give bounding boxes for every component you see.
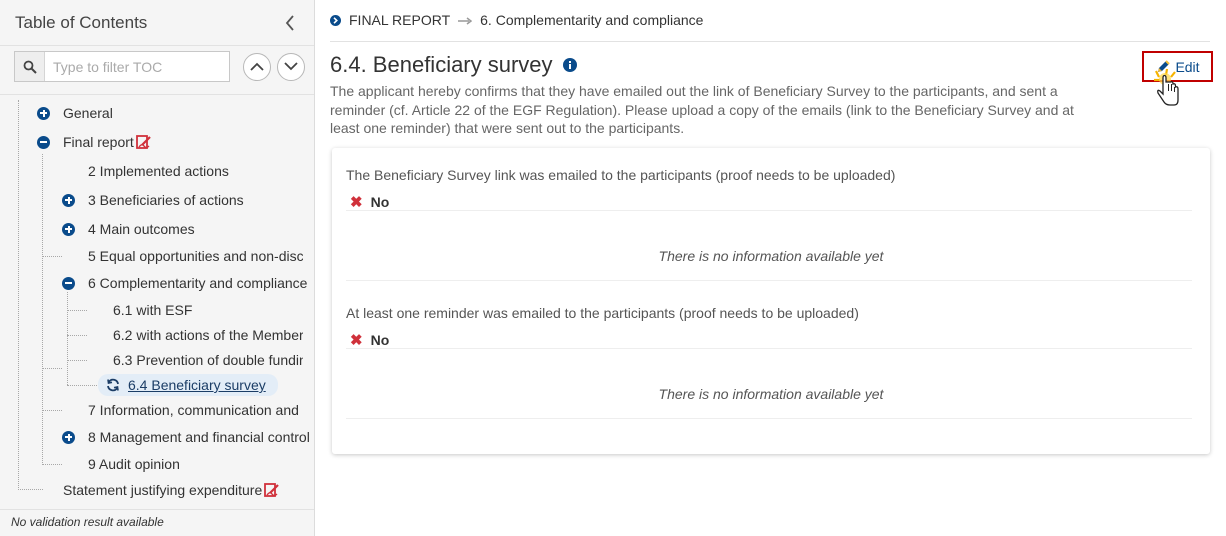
toc-item-label: Final report — [63, 134, 134, 150]
collapse-minus-icon[interactable] — [37, 135, 50, 149]
question-1-empty-message: There is no information available yet — [658, 248, 884, 264]
answer-value: No — [370, 194, 390, 210]
expand-plus-icon[interactable] — [62, 193, 75, 207]
toc-item-5[interactable]: 5 Equal opportunities and non-discrim — [88, 245, 303, 267]
tree-connector — [67, 292, 68, 385]
arrow-right-icon — [458, 13, 473, 28]
question-1-answer: ✖ No — [350, 193, 389, 211]
row-separator — [346, 348, 1192, 349]
question-2-empty-message: There is no information available yet — [658, 386, 884, 402]
expand-plus-icon[interactable] — [62, 222, 75, 236]
toc-item-6-4-active[interactable]: 6.4 Beneficiary survey — [98, 374, 278, 396]
expand-plus-icon[interactable] — [37, 106, 50, 120]
signature-icon — [135, 134, 152, 150]
tree-connector — [42, 410, 62, 411]
question-1-label: The Beneficiary Survey link was emailed … — [346, 167, 896, 183]
toc-item-label: 2 Implemented actions — [88, 163, 229, 179]
tree-connector — [42, 256, 62, 257]
toc-filter-input[interactable] — [45, 52, 229, 81]
tree-connector — [67, 360, 87, 361]
active-item-highlight[interactable]: 6.4 Beneficiary survey — [98, 374, 278, 396]
toc-tree: General Final report 2 Implemented actio… — [0, 96, 314, 504]
info-icon[interactable] — [562, 58, 577, 72]
toc-item-label: 7 Information, communication and pul — [88, 402, 303, 418]
toc-item-statement[interactable]: Statement justifying expenditure — [63, 479, 280, 501]
toc-item-label: 5 Equal opportunities and non-discrim — [88, 248, 303, 264]
toc-item-3[interactable]: 3 Beneficiaries of actions — [62, 189, 244, 211]
toc-item-6-3[interactable]: 6.3 Prevention of double funding — [113, 349, 303, 371]
toc-item-label: 8 Management and financial control — [88, 429, 310, 445]
toc-item-general[interactable]: General — [37, 102, 113, 124]
toc-item-6-1[interactable]: 6.1 with ESF — [113, 299, 192, 321]
tree-connector — [18, 489, 43, 490]
signature-icon — [264, 482, 280, 498]
breadcrumb-separator — [330, 41, 1210, 42]
toc-item-4[interactable]: 4 Main outcomes — [62, 218, 195, 240]
toc-item-6-2[interactable]: 6.2 with actions of the Member S — [113, 324, 303, 346]
toc-item-label: Statement justifying expenditure — [63, 482, 263, 498]
toc-item-label: 6.4 Beneficiary survey — [128, 377, 266, 393]
breadcrumb-chevron-icon — [330, 14, 341, 26]
toc-item-label: 6.3 Prevention of double funding — [113, 352, 303, 368]
toc-filter-row — [14, 51, 305, 82]
toc-item-label: 6.1 with ESF — [113, 302, 193, 318]
collapse-minus-icon[interactable] — [62, 276, 75, 290]
cross-icon: ✖ — [350, 194, 363, 211]
survey-card: The Beneficiary Survey link was emailed … — [332, 148, 1210, 454]
toc-item-9[interactable]: 9 Audit opinion — [88, 453, 180, 475]
toc-item-6[interactable]: 6 Complementarity and compliance — [62, 272, 307, 294]
expand-plus-icon[interactable] — [62, 430, 75, 444]
refresh-icon — [106, 378, 120, 392]
toc-item-final-report[interactable]: Final report — [37, 131, 152, 153]
toc-title: Table of Contents — [15, 12, 148, 32]
breadcrumb-current[interactable]: 6. Complementarity and compliance — [480, 12, 703, 28]
toc-item-7[interactable]: 7 Information, communication and pul — [88, 399, 303, 421]
main-content: FINAL REPORT 6. Complementarity and comp… — [315, 0, 1226, 536]
tree-connector — [67, 335, 87, 336]
toc-item-label: 6 Complementarity and compliance — [88, 275, 308, 291]
breadcrumb-root-link[interactable]: FINAL REPORT — [349, 12, 450, 28]
toc-item-8[interactable]: 8 Management and financial control — [62, 426, 310, 448]
toc-item-label: General — [63, 105, 113, 121]
toc-separator — [0, 94, 314, 95]
question-2-label: At least one reminder was emailed to the… — [346, 305, 859, 321]
row-separator — [346, 210, 1192, 211]
tree-connector — [67, 310, 87, 311]
cross-icon: ✖ — [350, 332, 363, 349]
toc-header: Table of Contents — [0, 0, 314, 46]
tree-connector — [18, 100, 19, 490]
answer-value: No — [370, 332, 390, 348]
toc-prev-chevron-up-icon[interactable] — [243, 52, 271, 81]
collapse-toc-chevron-left-icon[interactable] — [280, 13, 300, 33]
toc-item-label: 3 Beneficiaries of actions — [88, 192, 244, 208]
toc-filter-box — [14, 51, 230, 82]
toc-item-2[interactable]: 2 Implemented actions — [62, 160, 229, 182]
page-description: The applicant hereby confirms that they … — [330, 83, 1074, 136]
toc-next-chevron-down-icon[interactable] — [277, 52, 305, 81]
hand-cursor-icon — [1153, 68, 1183, 111]
tree-connector — [67, 385, 97, 386]
toc-item-label: 4 Main outcomes — [88, 221, 195, 237]
tree-connector — [42, 154, 43, 465]
toc-sidebar: Table of Contents Type to filter TOC Gen… — [0, 0, 315, 536]
toc-item-label: 6.2 with actions of the Member S — [113, 327, 303, 343]
page-title-text: 6.4. Beneficiary survey — [330, 52, 553, 77]
breadcrumb: FINAL REPORT 6. Complementarity and comp… — [330, 12, 703, 28]
tree-connector — [42, 464, 62, 465]
search-icon — [15, 52, 45, 81]
tree-connector — [42, 368, 62, 369]
validation-status: No validation result available — [0, 509, 314, 534]
page-title: 6.4. Beneficiary survey — [330, 52, 577, 78]
row-separator — [346, 280, 1192, 281]
question-2-answer: ✖ No — [350, 331, 389, 349]
toc-item-label: 9 Audit opinion — [88, 456, 180, 472]
row-separator — [346, 418, 1192, 419]
